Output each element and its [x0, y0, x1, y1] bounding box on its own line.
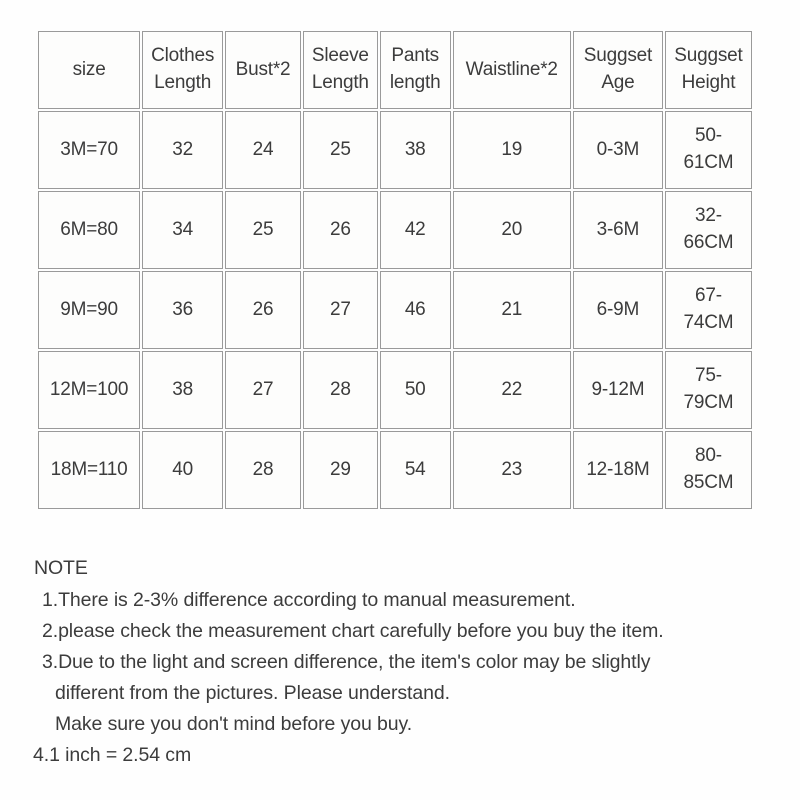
- header-clothes-line-2: Length: [154, 72, 212, 93]
- header-pants-line-1: Pants: [391, 45, 439, 67]
- note-title: NOTE: [34, 557, 88, 579]
- cell-clothes-length: 38: [142, 351, 224, 429]
- cell-suggset-height: 80- 85CM: [664, 431, 752, 509]
- cell-height-line-2: 74CM: [683, 312, 734, 333]
- cell-bust: 25: [225, 191, 301, 269]
- header-cell-clothes-length: Clothes Length: [142, 31, 224, 109]
- cell-height-line-2: 79CM: [683, 392, 734, 413]
- note-line-1: 1.There is 2-3% difference according to …: [42, 589, 576, 611]
- cell-bust: 27: [225, 351, 301, 429]
- cell-suggset-height: 67- 74CM: [664, 271, 752, 349]
- cell-pants-length: 50: [379, 351, 451, 429]
- cell-size: 6M=80: [38, 191, 141, 269]
- cell-height-line-2: 66CM: [683, 232, 734, 253]
- cell-bust: 24: [225, 111, 301, 189]
- table-row: 6M=80 34 25 26 42 20 3-6M 32- 66CM: [38, 191, 752, 269]
- cell-waistline: 22: [452, 351, 571, 429]
- cell-clothes-length: 34: [142, 191, 224, 269]
- cell-suggset-age: 6-9M: [572, 271, 663, 349]
- header-cell-size: size: [38, 31, 141, 109]
- header-cell-suggset-height: Suggset Height: [664, 31, 752, 109]
- header-sleeve-line-2: Length: [311, 72, 369, 93]
- cell-pants-length: 42: [379, 191, 451, 269]
- cell-pants-length: 46: [379, 271, 451, 349]
- cell-size: 9M=90: [38, 271, 141, 349]
- cell-height-line-1: 67-: [695, 285, 722, 307]
- header-pants-line-2: length: [389, 72, 441, 93]
- cell-pants-length: 54: [379, 431, 451, 509]
- table-row: 9M=90 36 26 27 46 21 6-9M 67- 74CM: [38, 271, 752, 349]
- cell-sleeve-length: 27: [302, 271, 378, 349]
- cell-bust: 28: [225, 431, 301, 509]
- cell-suggset-age: 9-12M: [572, 351, 663, 429]
- cell-waistline: 21: [452, 271, 571, 349]
- cell-clothes-length: 36: [142, 271, 224, 349]
- header-clothes-line-1: Clothes: [151, 45, 215, 67]
- cell-size: 18M=110: [38, 431, 141, 509]
- cell-waistline: 20: [452, 191, 571, 269]
- header-age-line-1: Suggset: [583, 45, 653, 67]
- cell-height-line-2: 85CM: [683, 472, 734, 493]
- cell-bust: 26: [225, 271, 301, 349]
- table-row: 12M=100 38 27 28 50 22 9-12M 75- 79CM: [38, 351, 752, 429]
- table-row: 3M=70 32 24 25 38 19 0-3M 50- 61CM: [38, 111, 752, 189]
- size-chart-page: size Clothes Length Bust*2 Sleeve Length: [0, 0, 800, 800]
- note-line-make-sure: Make sure you don't mind before you buy.: [55, 713, 413, 735]
- cell-suggset-height: 32- 66CM: [664, 191, 752, 269]
- cell-size: 12M=100: [38, 351, 141, 429]
- cell-waistline: 19: [452, 111, 571, 189]
- header-height-line-2: Height: [681, 72, 736, 93]
- cell-suggset-age: 0-3M: [572, 111, 663, 189]
- cell-height-line-1: 50-: [695, 125, 722, 147]
- cell-suggset-height: 50- 61CM: [664, 111, 752, 189]
- header-cell-waistline: Waistline*2: [452, 31, 571, 109]
- cell-sleeve-length: 28: [302, 351, 378, 429]
- header-waistline-line-1: Waistline*2: [465, 58, 558, 80]
- cell-suggset-age: 12-18M: [572, 431, 663, 509]
- cell-height-line-1: 32-: [695, 205, 722, 227]
- header-cell-suggset-age: Suggset Age: [572, 31, 663, 109]
- note-line-2: 2.please check the measurement chart car…: [42, 620, 664, 642]
- cell-height-line-1: 75-: [695, 365, 722, 387]
- cell-size: 3M=70: [38, 111, 141, 189]
- cell-pants-length: 38: [379, 111, 451, 189]
- note-line-3: 3.Due to the light and screen difference…: [42, 651, 651, 673]
- header-cell-pants-length: Pants length: [379, 31, 451, 109]
- header-bust-line-1: Bust*2: [235, 58, 291, 80]
- header-height-line-1: Suggset: [674, 45, 743, 67]
- header-cell-bust: Bust*2: [225, 31, 301, 109]
- cell-height-line-2: 61CM: [683, 152, 734, 173]
- note-line-3-continued: different from the pictures. Please unde…: [55, 682, 450, 704]
- cell-suggset-height: 75- 79CM: [664, 351, 752, 429]
- cell-height-line-1: 80-: [695, 445, 722, 467]
- cell-waistline: 23: [452, 431, 571, 509]
- cell-clothes-length: 40: [142, 431, 224, 509]
- header-cell-sleeve-length: Sleeve Length: [302, 31, 378, 109]
- header-size-line-1: size: [72, 58, 106, 80]
- note-line-4: 4.1 inch = 2.54 cm: [33, 744, 192, 766]
- note-section: NOTE 1.There is 2-3% difference accordin…: [33, 553, 773, 771]
- cell-clothes-length: 32: [142, 111, 224, 189]
- size-chart-table-container: size Clothes Length Bust*2 Sleeve Length: [36, 29, 754, 511]
- cell-sleeve-length: 29: [302, 431, 378, 509]
- cell-sleeve-length: 26: [302, 191, 378, 269]
- cell-sleeve-length: 25: [302, 111, 378, 189]
- cell-suggset-age: 3-6M: [572, 191, 663, 269]
- table-row: 18M=110 40 28 29 54 23 12-18M 80- 85CM: [38, 431, 752, 509]
- size-chart-table: size Clothes Length Bust*2 Sleeve Length: [36, 29, 754, 511]
- header-sleeve-line-1: Sleeve: [311, 45, 369, 67]
- table-header-row: size Clothes Length Bust*2 Sleeve Length: [38, 31, 752, 109]
- header-age-line-2: Age: [601, 72, 635, 93]
